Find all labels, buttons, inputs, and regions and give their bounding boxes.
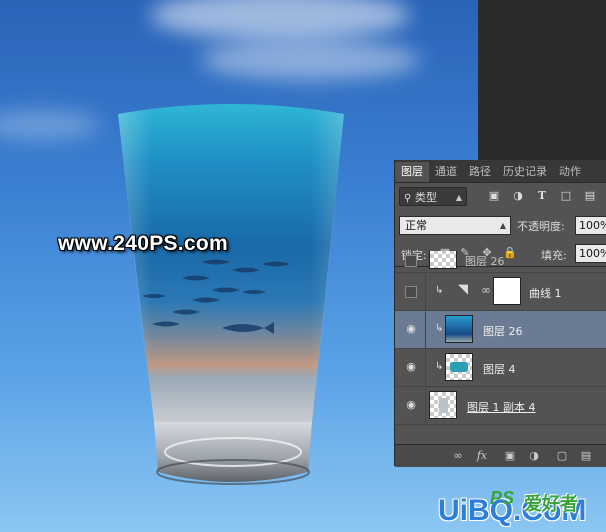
eye-icon[interactable]: ◉ [404,323,418,335]
mask-icon[interactable]: ▣ [503,449,517,463]
layers-panel: 图层 通道 路径 历史记录 动作 ⚲ 类型 ▲ ▣ ◑ T □ ▤ 正常 ▲ 不… [394,160,606,467]
cloud [150,0,410,40]
link-icon[interactable]: ∞ [451,449,465,463]
filter-type-label: 类型 [414,191,437,204]
clip-arrow-icon: ↳ [435,323,444,334]
cloud [0,110,100,140]
clip-arrow-icon: ↳ [435,361,444,372]
chevron-down-icon: ▲ [499,221,506,230]
column-divider [425,311,426,348]
layer-name[interactable]: 曲线 1 [529,285,562,301]
adjustment-filter-icon[interactable]: ◑ [511,189,525,203]
panel-tabs: 图层 通道 路径 历史记录 动作 [395,160,606,183]
adjustment-icon[interactable]: ◑ [527,449,541,463]
layer-name[interactable]: 图层 1 副本 4 [467,399,536,415]
layer-thumbnail[interactable] [429,391,457,419]
type-filter-icon[interactable]: T [535,189,549,203]
layer-row[interactable]: 图层 26 [395,251,606,273]
eye-icon[interactable]: ◉ [404,399,418,411]
layer-mask-thumbnail[interactable] [493,277,521,305]
thumbnail-content [450,362,468,372]
column-divider [425,387,426,424]
layer-thumbnail[interactable] [445,353,473,381]
layer-name[interactable]: 图层 4 [483,361,516,377]
layer-thumbnail[interactable] [445,315,473,343]
tab-layers[interactable]: 图层 [395,162,429,182]
watermark-text: www.240PS.com [58,232,229,255]
blend-mode-select[interactable]: 正常 ▲ [399,216,511,235]
opacity-label: 不透明度: [517,220,565,233]
visibility-toggle[interactable] [405,255,417,267]
layer-row[interactable]: ◉ ↳ 图层 26 [395,311,606,349]
image-filter-icon[interactable]: ▣ [487,189,501,203]
glass-artwork [112,100,352,490]
clip-arrow-icon: ↳ [435,285,444,296]
thumbnail-content [439,398,448,413]
layer-name[interactable]: 图层 26 [465,253,505,269]
tab-history[interactable]: 历史记录 [497,162,553,182]
site-logo-ps: PS [490,488,515,508]
visibility-toggle[interactable] [405,286,417,298]
new-layer-icon[interactable]: ▤ [579,449,593,463]
tab-actions[interactable]: 动作 [553,162,587,182]
search-icon: ⚲ [404,193,412,204]
tab-paths[interactable]: 路径 [463,162,497,182]
layer-filter-select[interactable]: ⚲ 类型 ▲ [399,187,467,206]
cloud [200,40,420,80]
blend-mode-value: 正常 [405,219,427,232]
opacity-field[interactable]: 100% [575,216,606,235]
layers-bottom-toolbar: ∞ fx ▣ ◑ ▢ ▤ [395,444,606,467]
fx-icon[interactable]: fx [475,449,489,463]
group-icon[interactable]: ▢ [555,449,569,463]
layer-row[interactable]: ↳ ◥ ∞ 曲线 1 [395,273,606,311]
layer-name[interactable]: 图层 26 [483,323,523,339]
chevron-down-icon: ▲ [455,193,462,202]
layer-row[interactable]: ◉ ↳ 图层 4 [395,349,606,387]
layer-row[interactable]: ◉ 图层 1 副本 4 [395,387,606,425]
eye-icon[interactable]: ◉ [404,361,418,373]
column-divider [425,273,426,310]
layer-thumbnail [429,251,457,269]
canvas-background-dark [478,0,606,160]
curves-adjustment-icon: ◥ [458,282,468,297]
layer-list: 图层 26 ↳ ◥ ∞ 曲线 1 ◉ ↳ 图层 26 ◉ ↳ 图层 4 ◉ 图层… [395,251,606,447]
site-logo-badge: 爱好者 [524,494,578,514]
shape-filter-icon[interactable]: □ [559,189,573,203]
smart-object-filter-icon[interactable]: ▤ [583,189,597,203]
column-divider [425,349,426,386]
tab-channels[interactable]: 通道 [429,162,463,182]
